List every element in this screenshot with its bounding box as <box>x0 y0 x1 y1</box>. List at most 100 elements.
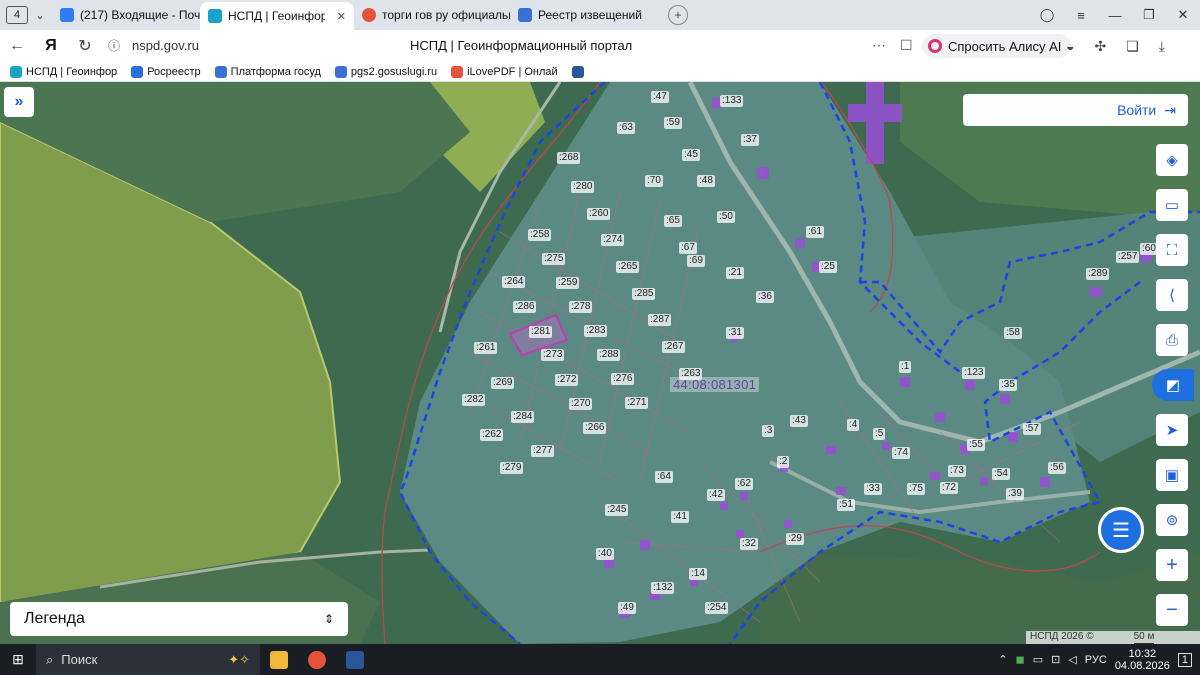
parcel-label[interactable]: :269 <box>491 377 515 389</box>
parcel-label[interactable]: :257 <box>1116 251 1140 263</box>
bookmark-ilovepdf[interactable]: iLovePDF | Онлай <box>451 65 558 78</box>
map-viewport[interactable]: :47:133:63:59:37:268:45:280:70:48:260:65… <box>0 82 1200 644</box>
tab-nspd[interactable]: НСПД | Геоинформаци ✕ <box>200 2 354 30</box>
close-tab-icon[interactable]: ✕ <box>337 10 346 23</box>
parcel-label[interactable]: :1 <box>899 361 912 373</box>
volume-icon[interactable]: ◁ <box>1068 653 1076 666</box>
profile-icon[interactable]: ◯ <box>1030 7 1064 23</box>
tab-registry[interactable]: Реестр извещений <box>510 1 660 29</box>
parcel-label[interactable]: :264 <box>502 276 526 288</box>
new-tab-button[interactable]: + <box>668 5 688 25</box>
tab-list-chevron-icon[interactable]: ⌄ <box>28 9 52 22</box>
tab-mail[interactable]: (217) Входящие - Почта <box>52 1 200 29</box>
parcel-label[interactable]: :277 <box>531 445 555 457</box>
yandex-logo-icon[interactable]: Я <box>34 37 68 55</box>
parcel-label[interactable]: :62 <box>735 478 753 490</box>
parcel-label[interactable]: :273 <box>541 349 565 361</box>
chat-button[interactable]: ☰ <box>1098 507 1144 553</box>
battery-icon[interactable]: ▭ <box>1033 653 1043 666</box>
parcel-label[interactable]: :14 <box>689 568 707 580</box>
parcel-label[interactable]: :274 <box>601 234 625 246</box>
yandex-browser-app[interactable] <box>298 644 336 675</box>
parcel-label[interactable]: :266 <box>583 422 607 434</box>
shield-icon[interactable]: ◒ <box>1066 38 1074 55</box>
parcel-label[interactable]: :267 <box>662 341 686 353</box>
bookmark-rosreestr[interactable]: Росреестр <box>131 65 201 78</box>
parcel-label[interactable]: :259 <box>556 277 580 289</box>
parcel-label[interactable]: :29 <box>786 533 804 545</box>
expand-panel-button[interactable]: » <box>4 87 34 117</box>
parcel-label[interactable]: :35 <box>999 379 1017 391</box>
taskbar-search[interactable]: ⌕ Поиск ✦✧ <box>36 644 260 675</box>
network-icon[interactable]: ⊡ <box>1051 653 1060 666</box>
parcel-label[interactable]: :280 <box>571 181 595 193</box>
url-field[interactable]: nspd.gov.ru <box>132 38 199 53</box>
parcel-label[interactable]: :272 <box>555 374 579 386</box>
parcel-label[interactable]: :254 <box>705 602 729 614</box>
parcel-label[interactable]: :61 <box>806 226 824 238</box>
parcel-label[interactable]: :262 <box>480 429 504 441</box>
parcel-label[interactable]: :41 <box>671 511 689 523</box>
parcel-label[interactable]: :276 <box>611 373 635 385</box>
parcel-label[interactable]: :67 <box>679 242 697 254</box>
parcel-label[interactable]: :284 <box>511 411 535 423</box>
tab-count-button[interactable]: 4 <box>6 6 28 24</box>
language-indicator[interactable]: РУС <box>1085 654 1107 666</box>
downloads-icon[interactable]: ⤓ <box>1159 38 1165 55</box>
cadastre-button[interactable]: ◩ <box>1152 369 1194 401</box>
parcel-label[interactable]: :50 <box>717 211 735 223</box>
bookmark-nspd[interactable]: НСПД | Геоинфор <box>10 65 117 78</box>
parcel-label[interactable]: :3 <box>762 425 775 437</box>
parcel-label[interactable]: :285 <box>632 288 656 300</box>
bookmark-icon[interactable]: ☐ <box>900 37 913 54</box>
parcel-label[interactable]: :36 <box>756 291 774 303</box>
parcel-label[interactable]: :54 <box>992 468 1010 480</box>
parcel-label[interactable]: :275 <box>542 253 566 265</box>
bookmark-pgs2[interactable]: pgs2.gosuslugi.ru <box>334 65 437 78</box>
parcel-label[interactable]: :72 <box>940 482 958 494</box>
parcel-label[interactable]: :73 <box>948 465 966 477</box>
parcel-label[interactable]: :25 <box>819 261 837 273</box>
tab-torgi[interactable]: торги гов ру официальнь <box>354 1 510 29</box>
parcel-label[interactable]: :281 <box>529 326 553 338</box>
parcel-label[interactable]: :2 <box>777 456 790 468</box>
minimize-icon[interactable]: — <box>1098 8 1132 23</box>
parcel-label[interactable]: :48 <box>697 175 715 187</box>
parcel-label[interactable]: :45 <box>682 149 700 161</box>
more-icon[interactable]: ⋯ <box>872 37 886 54</box>
parcel-label[interactable]: :63 <box>617 122 635 134</box>
parcel-label[interactable]: :132 <box>651 582 675 594</box>
notifications-icon[interactable]: 1 <box>1177 652 1192 667</box>
locate-button[interactable]: ➤ <box>1156 414 1188 446</box>
layers-button[interactable]: ◈ <box>1156 144 1188 176</box>
legend-selector[interactable]: Легенда ⇕ <box>10 602 348 636</box>
parcel-label[interactable]: :70 <box>645 175 663 187</box>
site-info-icon[interactable]: ⓘ <box>104 37 124 54</box>
close-window-icon[interactable]: ✕ <box>1166 7 1200 23</box>
security-icon[interactable]: ◼ <box>1016 653 1025 666</box>
parcel-label[interactable]: :270 <box>569 398 593 410</box>
parcel-label[interactable]: :51 <box>837 499 855 511</box>
bookmark-word[interactable] <box>571 65 584 78</box>
parcel-label[interactable]: :288 <box>597 349 621 361</box>
parcel-label[interactable]: :261 <box>474 342 498 354</box>
parcel-label[interactable]: :287 <box>648 314 672 326</box>
reload-icon[interactable]: ↻ <box>68 36 102 56</box>
parcel-label[interactable]: :59 <box>664 117 682 129</box>
parcel-label[interactable]: :4 <box>847 419 860 431</box>
cadastral-quarter-label[interactable]: 44:08:081301 <box>670 377 760 392</box>
chevron-up-icon[interactable]: ⌃ <box>998 653 1007 666</box>
geolocation-button[interactable]: ⊚ <box>1156 504 1188 536</box>
parcel-label[interactable]: :268 <box>557 152 581 164</box>
bookmark-platform[interactable]: Платформа госуд <box>214 65 321 78</box>
restore-icon[interactable]: ❐ <box>1132 7 1166 23</box>
print-button[interactable]: ⎙ <box>1156 324 1188 356</box>
parcel-label[interactable]: :278 <box>569 301 593 313</box>
parcel-label[interactable]: :123 <box>962 367 986 379</box>
zoom-out-button[interactable]: − <box>1156 594 1188 626</box>
parcel-label[interactable]: :40 <box>596 548 614 560</box>
menu-icon[interactable]: ≡ <box>1064 8 1098 23</box>
file-explorer-app[interactable] <box>260 644 298 675</box>
login-button[interactable]: Войти ⇥ <box>963 94 1188 126</box>
parcel-label[interactable]: :33 <box>864 483 882 495</box>
